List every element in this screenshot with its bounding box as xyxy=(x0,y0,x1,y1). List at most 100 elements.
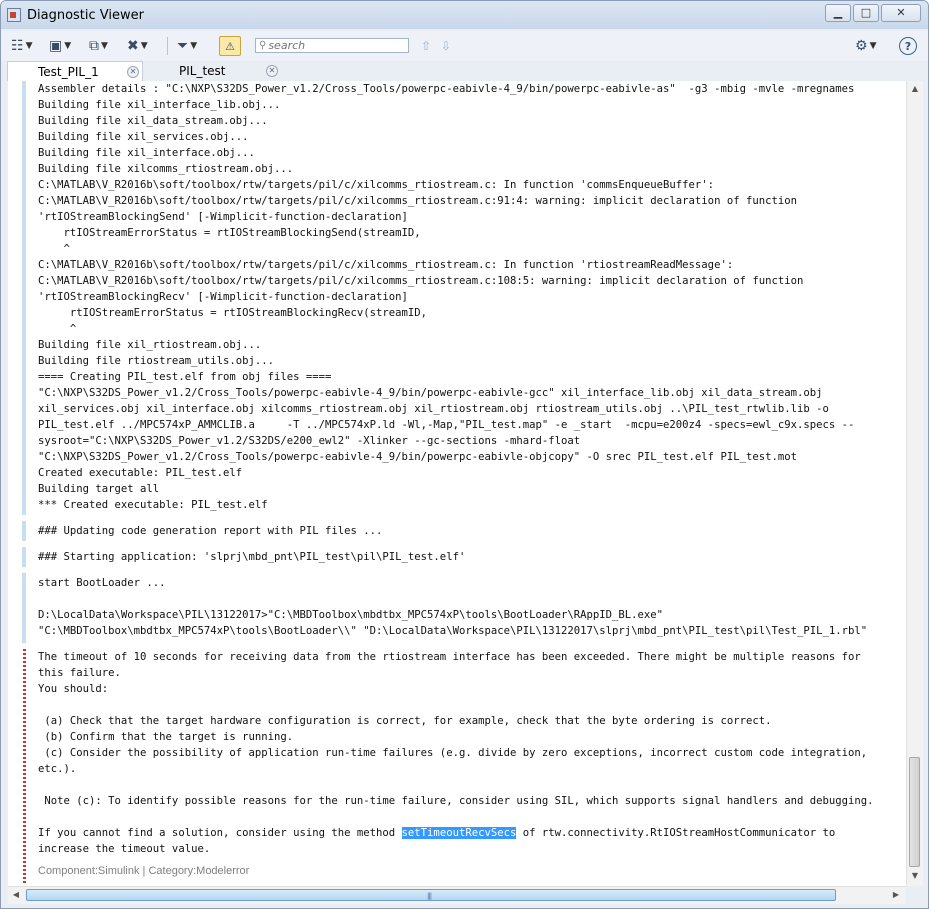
error-marker xyxy=(23,649,26,883)
log-line: PIL_test.elf ../MPC574xP_AMMCLIB.a -T ..… xyxy=(38,419,855,431)
error-line: etc.). xyxy=(38,763,77,775)
tab-label: PIL_test xyxy=(179,64,226,78)
chevron-down-icon: ▼ xyxy=(25,41,33,51)
settings-menu-button[interactable]: ⚙ ▼ xyxy=(855,36,876,56)
solution-text-after: of rtw.connectivity.RtIOStreamHostCommun… xyxy=(516,827,836,839)
search-input[interactable] xyxy=(266,39,399,52)
scroll-right-arrow-icon[interactable]: ▶ xyxy=(888,890,904,899)
horizontal-scrollbar[interactable]: ◀ ||| ▶ xyxy=(8,886,906,904)
tab-label: Test_PIL_1 xyxy=(38,65,99,79)
error-line: this failure. xyxy=(38,667,121,679)
search-icon: ⚲ xyxy=(259,40,267,51)
log-line: Building file rtiostream_utils.obj... xyxy=(38,355,274,367)
horizontal-scroll-thumb[interactable]: ||| xyxy=(26,889,836,901)
log-line: Building file xil_services.obj... xyxy=(38,131,249,143)
solution-text-before: If you cannot find a solution, consider … xyxy=(38,827,402,839)
list-view-icon: ☷ xyxy=(11,38,24,54)
close-button[interactable]: ✕ xyxy=(881,4,921,22)
close-tab-icon[interactable]: ✕ xyxy=(127,66,139,78)
start-application-message: ### Starting application: 'slprj\mbd_pnt… xyxy=(38,549,906,565)
info-marker xyxy=(22,547,26,567)
copy-menu-button[interactable]: ⧉ ▼ xyxy=(89,36,108,56)
group-toggle-button[interactable]: ⚠ xyxy=(219,36,241,56)
log-line: Building file xilcomms_rtiostream.obj... xyxy=(38,163,294,175)
save-menu-button[interactable]: ▣ ▼ xyxy=(49,36,71,56)
settimeoutrecvsecs-link[interactable]: setTimeoutRecvSecs xyxy=(401,827,517,839)
tab-pil-test[interactable]: PIL_test ✕ xyxy=(149,61,285,81)
maximize-button[interactable]: □ xyxy=(853,4,879,22)
log-line: ==== Creating PIL_test.elf from obj file… xyxy=(38,371,332,383)
delete-icon: ✖ xyxy=(127,38,139,54)
chevron-down-icon: ▼ xyxy=(869,41,877,51)
log-line: ^ xyxy=(38,243,70,255)
log-line: Building file xil_rtiostream.obj... xyxy=(38,339,262,351)
log-line: C:\MATLAB\V_R2016b\soft/toolbox/rtw/targ… xyxy=(38,195,797,207)
log-line: "C:\MBDToolbox\mbdtbx_MPC574xP\tools\Boo… xyxy=(38,625,868,637)
bootloader-message: start BootLoader ... D:\LocalData\Worksp… xyxy=(38,575,906,639)
log-line: xil_services.obj xil_interface.obj xilco… xyxy=(38,403,829,415)
chevron-down-icon: ▼ xyxy=(101,41,108,51)
tab-test-pil-1[interactable]: Test_PIL_1 ✕ xyxy=(7,61,143,81)
info-marker xyxy=(22,81,26,515)
toolbar-divider xyxy=(167,37,168,55)
help-icon: ? xyxy=(904,39,912,53)
log-line: C:\MATLAB\V_R2016b\soft/toolbox/rtw/targ… xyxy=(38,179,715,191)
chevron-down-icon: ▼ xyxy=(140,41,148,51)
tab-bar: Test_PIL_1 ✕ PIL_test ✕ xyxy=(1,61,928,81)
vertical-scrollbar[interactable]: ▲ ▼ xyxy=(906,81,923,886)
timeout-error-message: The timeout of 10 seconds for receiving … xyxy=(38,649,906,877)
log-line: Building file xil_interface_lib.obj... xyxy=(38,99,281,111)
scroll-left-arrow-icon[interactable]: ◀ xyxy=(8,890,24,899)
group-icon: ⚠ xyxy=(225,39,235,53)
copy-icon: ⧉ xyxy=(89,38,99,54)
filter-icon: ⏷ xyxy=(177,38,189,54)
view-menu-button[interactable]: ☷ ▼ xyxy=(11,36,32,56)
next-result-button[interactable]: ⇩ xyxy=(441,36,451,56)
arrow-down-icon: ⇩ xyxy=(441,39,452,53)
error-line: (b) Confirm that the target is running. xyxy=(38,731,294,743)
chevron-down-icon: ▼ xyxy=(64,41,72,51)
report-message: ### Updating code generation report with… xyxy=(38,523,906,539)
scroll-up-arrow-icon[interactable]: ▲ xyxy=(907,84,923,93)
log-line: start BootLoader ... xyxy=(38,577,166,589)
log-line: Building file xil_interface.obj... xyxy=(38,147,255,159)
build-log-message: Assembler details : "C:\NXP\S32DS_Power_… xyxy=(38,81,906,513)
log-line: ^ xyxy=(38,323,77,335)
log-line: C:\MATLAB\V_R2016b\soft/toolbox/rtw/targ… xyxy=(38,259,734,271)
component-category-label: Component:Simulink | Category:Modelerror xyxy=(38,865,250,877)
window-title: Diagnostic Viewer xyxy=(27,8,144,23)
log-line: ### Updating code generation report with… xyxy=(38,525,383,537)
info-marker xyxy=(22,521,26,541)
search-box[interactable]: ⚲ xyxy=(255,38,409,53)
title-bar[interactable]: Diagnostic Viewer ▁ □ ✕ xyxy=(1,1,928,29)
log-line: sysroot="C:\NXP\S32DS_Power_v1.2/S32DS/e… xyxy=(38,435,581,447)
help-button[interactable]: ? xyxy=(899,37,917,55)
error-line-solution: If you cannot find a solution, consider … xyxy=(38,825,906,841)
toolbar: ☷ ▼ ▣ ▼ ⧉ ▼ ✖ ▼ ⏷ ▼ ⚠ ⇧ ⇩ ⚙ ▼ ? xyxy=(1,31,928,62)
save-icon: ▣ xyxy=(49,38,63,54)
vertical-scroll-thumb[interactable] xyxy=(909,757,920,867)
scroll-down-arrow-icon[interactable]: ▼ xyxy=(907,871,923,880)
log-line: ### Starting application: 'slprj\mbd_pnt… xyxy=(38,551,466,563)
log-line: rtIOStreamErrorStatus = rtIOStreamBlocki… xyxy=(38,307,428,319)
app-icon xyxy=(7,8,21,22)
close-tab-icon[interactable]: ✕ xyxy=(266,65,278,77)
filter-menu-button[interactable]: ⏷ ▼ xyxy=(177,36,197,56)
previous-result-button[interactable]: ⇧ xyxy=(421,36,431,56)
log-line: 'rtIOStreamBlockingSend' [-Wimplicit-fun… xyxy=(38,211,408,223)
grip-icon: ||| xyxy=(427,892,432,900)
error-line: (a) Check that the target hardware confi… xyxy=(38,715,772,727)
error-line: You should: xyxy=(38,683,109,695)
error-line: Note (c): To identify possible reasons f… xyxy=(38,795,874,807)
log-line: 'rtIOStreamBlockingRecv' [-Wimplicit-fun… xyxy=(38,291,408,303)
clear-menu-button[interactable]: ✖ ▼ xyxy=(127,36,148,56)
arrow-up-icon: ⇧ xyxy=(421,39,432,53)
diagnostic-messages-pane: Assembler details : "C:\NXP\S32DS_Power_… xyxy=(8,81,906,886)
error-line: increase the timeout value. xyxy=(38,843,211,855)
log-line: *** Created executable: PIL_test.elf xyxy=(38,499,268,511)
log-line: "C:\NXP\S32DS_Power_v1.2/Cross_Tools/pow… xyxy=(38,387,823,399)
minimize-button[interactable]: ▁ xyxy=(825,4,851,22)
diagnostic-viewer-window: Diagnostic Viewer ▁ □ ✕ ☷ ▼ ▣ ▼ ⧉ ▼ ✖ ▼ ⏷ ▼ ⚠… xyxy=(0,0,929,909)
log-line: Assembler details : "C:\NXP\S32DS_Power_… xyxy=(38,83,855,95)
